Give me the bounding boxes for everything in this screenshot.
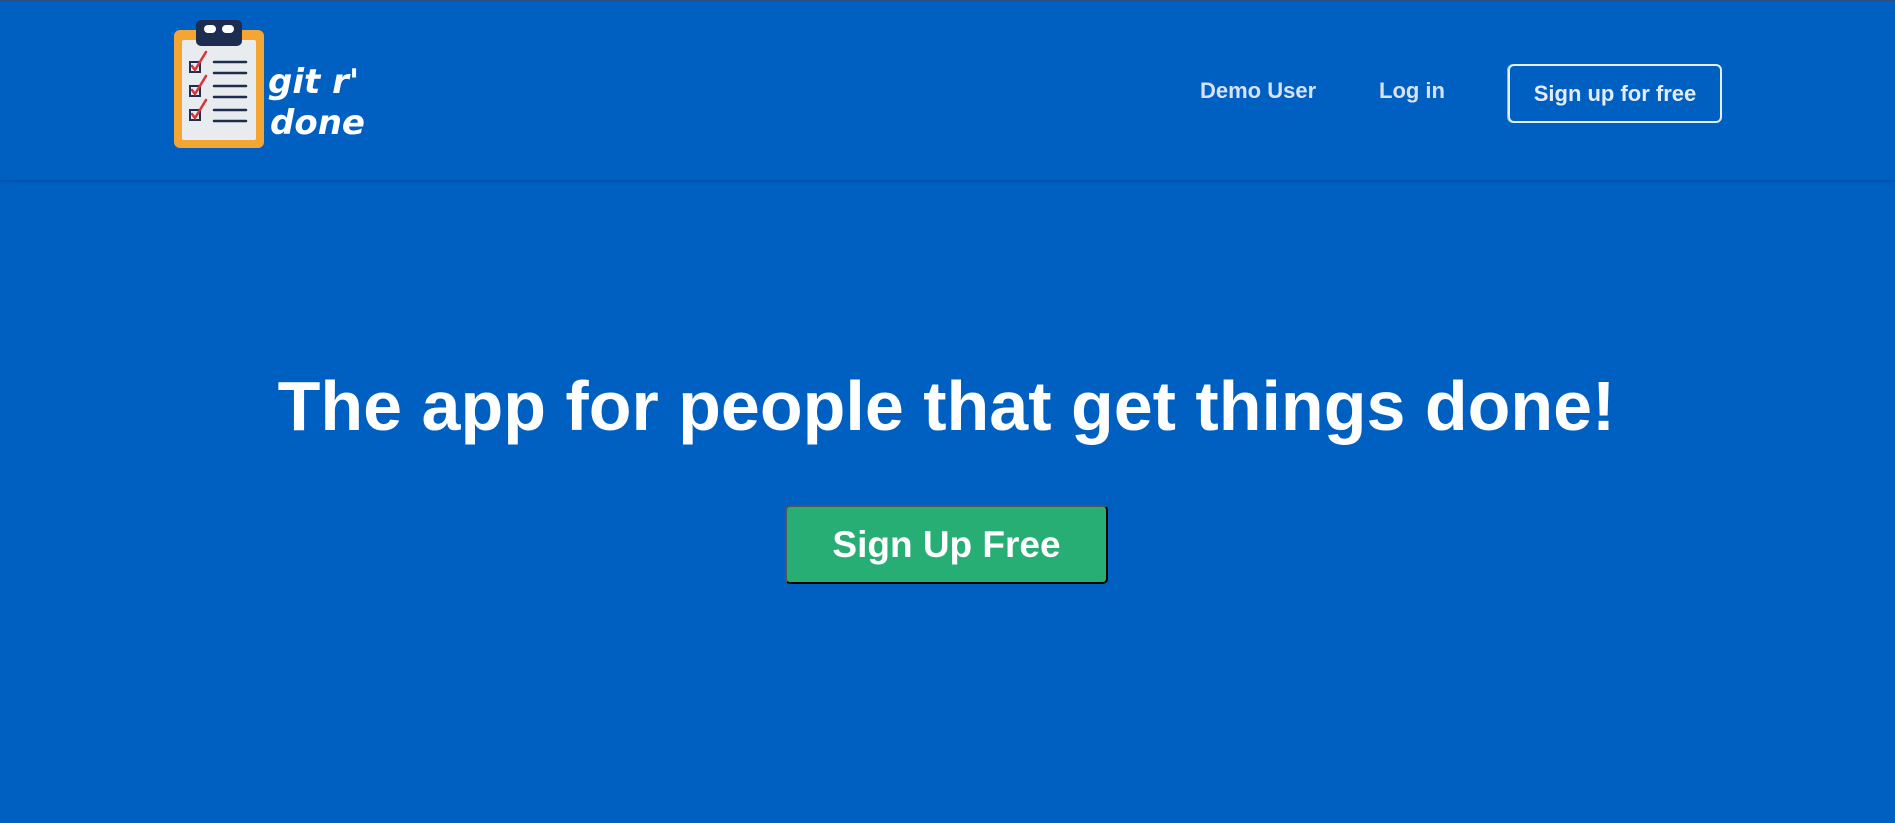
top-border: [0, 0, 1895, 1]
demo-user-link[interactable]: Demo User: [1200, 76, 1316, 106]
login-link[interactable]: Log in: [1379, 76, 1445, 106]
signup-free-cta-button[interactable]: Sign Up Free: [785, 505, 1108, 584]
hero-title: The app for people that get things done!: [0, 366, 1895, 446]
hero-title-text: The app for people that get things done!: [277, 367, 1616, 445]
logo-text-line2: done: [270, 103, 365, 143]
clipboard-checklist-icon: [174, 20, 264, 148]
brand-logo[interactable]: git r' done: [174, 20, 365, 150]
signup-button[interactable]: Sign up for free: [1508, 64, 1722, 123]
landing-page: git r' done Demo User Log in Sign up for…: [0, 0, 1895, 823]
logo-text-line1: git r': [268, 62, 360, 102]
top-navbar: git r' done Demo User Log in Sign up for…: [0, 0, 1895, 180]
